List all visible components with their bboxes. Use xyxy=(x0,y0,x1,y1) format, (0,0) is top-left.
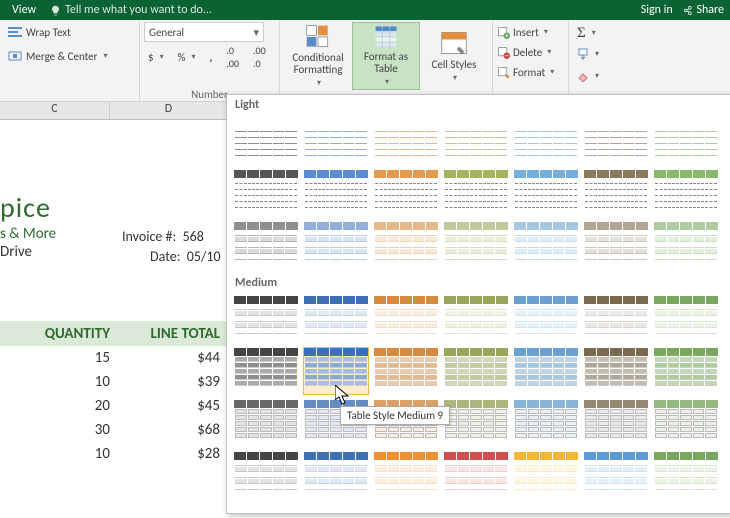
format-button[interactable]: Format xyxy=(497,62,564,82)
lightbulb-icon xyxy=(50,5,61,16)
table-style-gallery[interactable]: Light Medium xyxy=(226,94,730,514)
wrap-text-button[interactable]: Wrap Text xyxy=(4,22,135,42)
delete-button[interactable]: Delete xyxy=(497,42,564,62)
table-style-swatch[interactable] xyxy=(443,295,509,343)
table-style-swatch[interactable] xyxy=(583,399,649,447)
ribbon: Wrap Text Merge & Center General▾ $ % , … xyxy=(0,20,730,102)
comma-button[interactable]: , xyxy=(205,47,216,67)
table-style-swatch[interactable] xyxy=(513,117,579,165)
table-style-swatch[interactable] xyxy=(583,221,649,269)
table-style-swatch[interactable] xyxy=(653,117,719,165)
delete-icon xyxy=(497,46,510,59)
cell-styles-button[interactable]: Cell Styles xyxy=(420,22,488,90)
share-button[interactable]: Share xyxy=(683,3,724,17)
gallery-category-medium: Medium xyxy=(227,273,730,293)
invoice-num-value: 568 xyxy=(183,228,204,245)
date-value: 05/10 xyxy=(187,248,221,265)
table-style-swatch[interactable] xyxy=(373,169,439,217)
decrease-decimal-button[interactable]: .00.0 xyxy=(249,47,270,67)
table-style-swatch[interactable] xyxy=(653,169,719,217)
table-style-swatch[interactable] xyxy=(233,295,299,343)
currency-button[interactable]: $ xyxy=(144,47,168,67)
alignment-group: Wrap Text Merge & Center xyxy=(0,20,140,102)
table-style-swatch[interactable] xyxy=(583,169,649,217)
cells-group: Insert Delete Format xyxy=(493,20,569,102)
autosum-button[interactable]: Σ xyxy=(573,22,600,42)
wrap-text-icon xyxy=(8,25,22,39)
table-style-swatch[interactable] xyxy=(303,347,369,395)
table-style-swatch[interactable] xyxy=(653,221,719,269)
merge-center-button[interactable]: Merge & Center xyxy=(4,46,135,66)
table-style-swatch[interactable] xyxy=(443,117,509,165)
date-label: Date: xyxy=(122,248,180,265)
table-style-swatch[interactable] xyxy=(443,451,509,499)
styles-group: Conditional Formatting Format as Table C… xyxy=(280,20,493,102)
table-style-swatch[interactable] xyxy=(443,347,509,395)
col-header-c[interactable]: C xyxy=(0,102,110,119)
table-style-swatch[interactable] xyxy=(443,169,509,217)
table-style-swatch[interactable] xyxy=(303,169,369,217)
increase-decimal-button[interactable]: .0.00 xyxy=(222,47,243,67)
title-bar: View Tell me what you want to do... Sign… xyxy=(0,0,730,20)
fill-button[interactable] xyxy=(573,44,603,64)
fill-down-icon xyxy=(577,48,589,60)
table-style-swatch[interactable] xyxy=(583,451,649,499)
percent-button[interactable]: % xyxy=(174,47,200,67)
table-style-swatch[interactable] xyxy=(233,399,299,447)
tell-me-search[interactable]: Tell me what you want to do... xyxy=(50,1,212,19)
table-style-swatch[interactable] xyxy=(303,451,369,499)
sign-in-link[interactable]: Sign in xyxy=(641,3,673,17)
table-style-swatch[interactable] xyxy=(233,221,299,269)
table-style-swatch[interactable] xyxy=(653,451,719,499)
table-style-swatch[interactable] xyxy=(373,117,439,165)
eraser-icon xyxy=(577,70,589,82)
col-quantity[interactable]: QUANTITY xyxy=(0,325,120,343)
editing-group: Σ AZ Sort & Filter Find & Select xyxy=(569,20,627,102)
table-style-swatch[interactable] xyxy=(233,169,299,217)
table-style-swatch[interactable] xyxy=(373,295,439,343)
clear-button[interactable] xyxy=(573,66,603,86)
table-style-swatch[interactable] xyxy=(513,399,579,447)
table-style-swatch[interactable] xyxy=(583,347,649,395)
conditional-formatting-button[interactable]: Conditional Formatting xyxy=(284,22,352,90)
table-icon xyxy=(372,25,400,49)
table-style-swatch[interactable] xyxy=(233,451,299,499)
table-style-swatch[interactable] xyxy=(513,169,579,217)
tab-view[interactable]: View xyxy=(6,1,42,19)
merge-icon xyxy=(8,49,22,63)
table-style-swatch[interactable] xyxy=(303,117,369,165)
gallery-category-light: Light xyxy=(227,95,730,115)
table-style-swatch[interactable] xyxy=(373,221,439,269)
insert-button[interactable]: Insert xyxy=(497,22,564,42)
conditional-formatting-icon xyxy=(304,24,332,50)
share-icon xyxy=(683,5,694,16)
table-style-swatch[interactable] xyxy=(583,117,649,165)
col-line-total[interactable]: LINE TOTAL xyxy=(120,325,230,343)
tooltip: Table Style Medium 9 xyxy=(340,406,450,425)
table-style-swatch[interactable] xyxy=(653,295,719,343)
table-style-swatch[interactable] xyxy=(583,295,649,343)
insert-icon xyxy=(497,26,510,39)
number-group: General▾ $ % , .0.00 .00.0 Number xyxy=(140,20,280,102)
table-style-swatch[interactable] xyxy=(513,295,579,343)
number-format-select[interactable]: General▾ xyxy=(144,22,264,42)
table-style-swatch[interactable] xyxy=(303,221,369,269)
table-style-swatch[interactable] xyxy=(233,347,299,395)
invoice-num-label: Invoice #: xyxy=(122,228,176,245)
table-style-swatch[interactable] xyxy=(303,295,369,343)
table-style-swatch[interactable] xyxy=(373,347,439,395)
table-style-swatch[interactable] xyxy=(443,399,509,447)
col-header-d[interactable]: D xyxy=(110,102,228,119)
table-style-swatch[interactable] xyxy=(513,221,579,269)
table-style-swatch[interactable] xyxy=(443,221,509,269)
format-icon xyxy=(497,66,510,79)
table-style-swatch[interactable] xyxy=(373,451,439,499)
table-style-swatch[interactable] xyxy=(233,117,299,165)
format-as-table-button[interactable]: Format as Table xyxy=(352,22,420,90)
table-style-swatch[interactable] xyxy=(653,399,719,447)
table-style-swatch[interactable] xyxy=(513,451,579,499)
table-style-swatch[interactable] xyxy=(513,347,579,395)
table-style-swatch[interactable] xyxy=(653,347,719,395)
cell-styles-icon xyxy=(440,29,468,57)
